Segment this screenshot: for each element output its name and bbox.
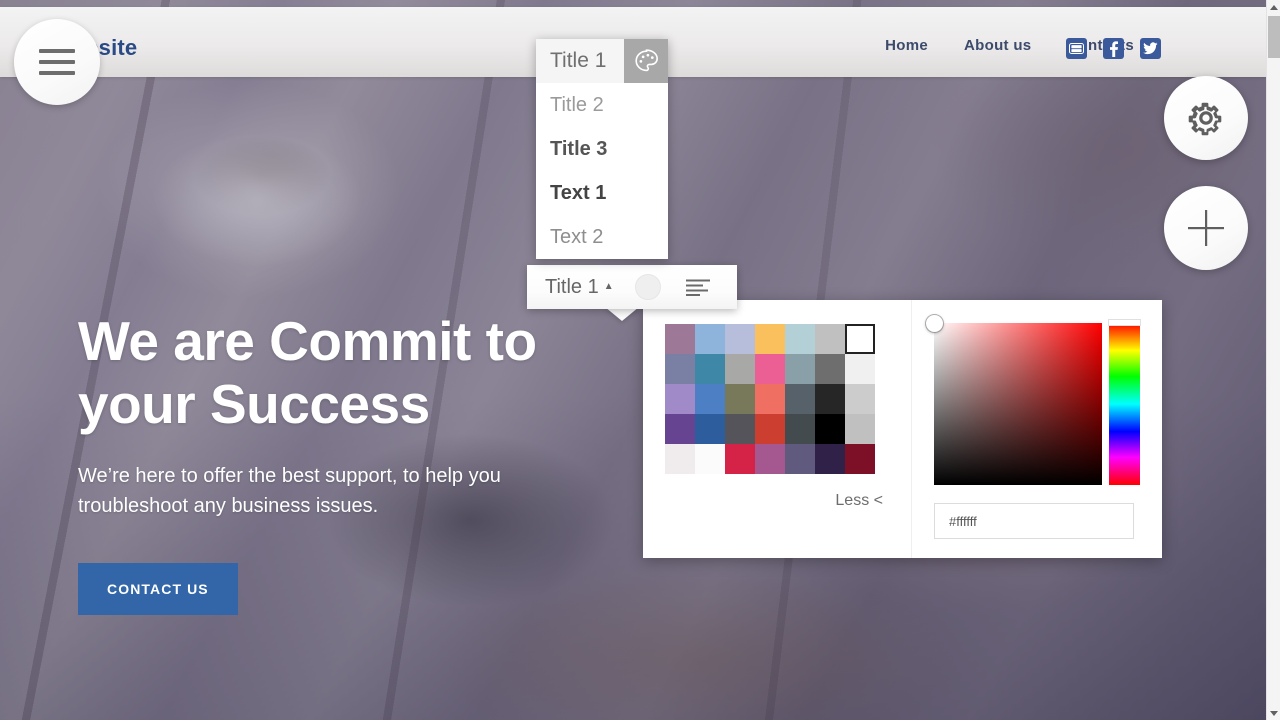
hero-title[interactable]: We are Commit to your Success bbox=[78, 310, 698, 436]
color-swatch[interactable] bbox=[665, 414, 695, 444]
color-swatch[interactable] bbox=[785, 444, 815, 474]
color-swatch[interactable] bbox=[785, 354, 815, 384]
toolbar-pointer-caret bbox=[605, 307, 639, 321]
hero-subtitle[interactable]: We’re here to offer the best support, to… bbox=[78, 461, 548, 521]
color-swatch-grid bbox=[665, 324, 875, 474]
scrollbar-up-arrow[interactable] bbox=[1267, 0, 1280, 14]
color-swatch[interactable] bbox=[845, 384, 875, 414]
editor-screen: Website Home About us Contacts bbox=[0, 0, 1280, 720]
hue-slider-handle[interactable] bbox=[1108, 319, 1141, 326]
style-option-text-1[interactable]: Text 1 bbox=[536, 171, 668, 215]
saturation-value-handle[interactable] bbox=[926, 315, 943, 332]
color-swatch[interactable] bbox=[815, 414, 845, 444]
color-swatch[interactable] bbox=[725, 384, 755, 414]
style-option-label: Text 1 bbox=[550, 181, 607, 204]
color-swatch[interactable] bbox=[755, 444, 785, 474]
color-swatch[interactable] bbox=[695, 384, 725, 414]
nav-link-home[interactable]: Home bbox=[885, 37, 928, 54]
hamburger-bar bbox=[39, 71, 75, 75]
toolbar-style-value: Title 1 bbox=[545, 275, 599, 298]
color-swatch[interactable] bbox=[845, 324, 875, 354]
color-swatch[interactable] bbox=[725, 444, 755, 474]
color-swatch[interactable] bbox=[785, 414, 815, 444]
color-swatch[interactable] bbox=[785, 324, 815, 354]
color-swatch[interactable] bbox=[815, 354, 845, 384]
toolbar-style-selector[interactable]: Title 1 ▲ bbox=[527, 276, 614, 299]
saturation-value-area[interactable] bbox=[926, 315, 1102, 485]
style-option-label: Title 3 bbox=[550, 137, 608, 160]
chevron-up-icon: ▲ bbox=[603, 281, 614, 292]
custom-color-section: #ffffff bbox=[912, 300, 1162, 558]
twitter-icon[interactable] bbox=[1140, 38, 1161, 59]
style-option-title-2[interactable]: Title 2 bbox=[536, 83, 668, 127]
style-option-label: Title 2 bbox=[550, 93, 604, 116]
less-toggle-link[interactable]: Less < bbox=[835, 492, 883, 510]
settings-fab-button[interactable] bbox=[1164, 76, 1248, 160]
color-swatch-section: Less < bbox=[643, 300, 912, 558]
color-swatch[interactable] bbox=[665, 384, 695, 414]
color-swatch[interactable] bbox=[695, 354, 725, 384]
vertical-scrollbar[interactable] bbox=[1266, 0, 1280, 720]
text-edit-toolbar: Title 1 ▲ bbox=[527, 265, 737, 309]
hex-color-input[interactable]: #ffffff bbox=[934, 503, 1134, 539]
align-left-icon[interactable] bbox=[685, 278, 711, 296]
color-swatch[interactable] bbox=[815, 384, 845, 414]
hue-slider[interactable] bbox=[1109, 323, 1140, 485]
color-swatch[interactable] bbox=[695, 414, 725, 444]
color-swatch[interactable] bbox=[755, 384, 785, 414]
color-swatch[interactable] bbox=[695, 444, 725, 474]
text-style-dropdown-menu: Title 1 Title 2 Title 3 Text 1 Text 2 bbox=[536, 39, 668, 259]
style-option-title-3[interactable]: Title 3 bbox=[536, 127, 668, 171]
style-option-text-2[interactable]: Text 2 bbox=[536, 215, 668, 259]
facebook-icon[interactable] bbox=[1103, 38, 1124, 59]
scrollbar-down-arrow[interactable] bbox=[1267, 706, 1280, 720]
style-option-label: Title 1 bbox=[550, 49, 607, 72]
color-swatch[interactable] bbox=[755, 354, 785, 384]
hamburger-bar bbox=[39, 60, 75, 64]
social-links bbox=[1066, 38, 1161, 59]
contact-us-button[interactable]: CONTACT US bbox=[78, 563, 238, 615]
color-swatch[interactable] bbox=[845, 414, 875, 444]
color-swatch[interactable] bbox=[845, 444, 875, 474]
palette-icon[interactable] bbox=[624, 39, 668, 83]
color-swatch[interactable] bbox=[785, 384, 815, 414]
nav-link-about-us[interactable]: About us bbox=[964, 37, 1031, 54]
scrollbar-thumb[interactable] bbox=[1268, 16, 1280, 58]
hero-copy: We are Commit to your Success We’re here… bbox=[78, 310, 698, 615]
color-swatch[interactable] bbox=[815, 444, 845, 474]
gear-icon bbox=[1186, 98, 1226, 138]
hamburger-menu-icon[interactable] bbox=[14, 19, 100, 105]
color-swatch[interactable] bbox=[845, 354, 875, 384]
hex-color-value: #ffffff bbox=[949, 513, 977, 529]
color-swatch[interactable] bbox=[815, 324, 845, 354]
plus-icon bbox=[1185, 207, 1227, 249]
youtube-icon[interactable] bbox=[1066, 38, 1087, 59]
color-swatch[interactable] bbox=[725, 414, 755, 444]
hamburger-bar bbox=[39, 49, 75, 53]
hero-title-line-2: your Success bbox=[78, 373, 430, 435]
style-option-title-1[interactable]: Title 1 bbox=[536, 39, 668, 83]
toolbar-color-swatch[interactable] bbox=[634, 274, 661, 300]
style-option-label: Text 2 bbox=[550, 225, 604, 248]
add-block-fab-button[interactable] bbox=[1164, 186, 1248, 270]
color-swatch[interactable] bbox=[665, 324, 695, 354]
color-swatch[interactable] bbox=[755, 324, 785, 354]
color-swatch[interactable] bbox=[665, 354, 695, 384]
color-swatch[interactable] bbox=[695, 324, 725, 354]
color-swatch[interactable] bbox=[725, 324, 755, 354]
color-picker-panel: Less < #ffffff bbox=[643, 300, 1162, 558]
color-swatch[interactable] bbox=[755, 414, 785, 444]
color-swatch[interactable] bbox=[725, 354, 755, 384]
color-swatch[interactable] bbox=[665, 444, 695, 474]
